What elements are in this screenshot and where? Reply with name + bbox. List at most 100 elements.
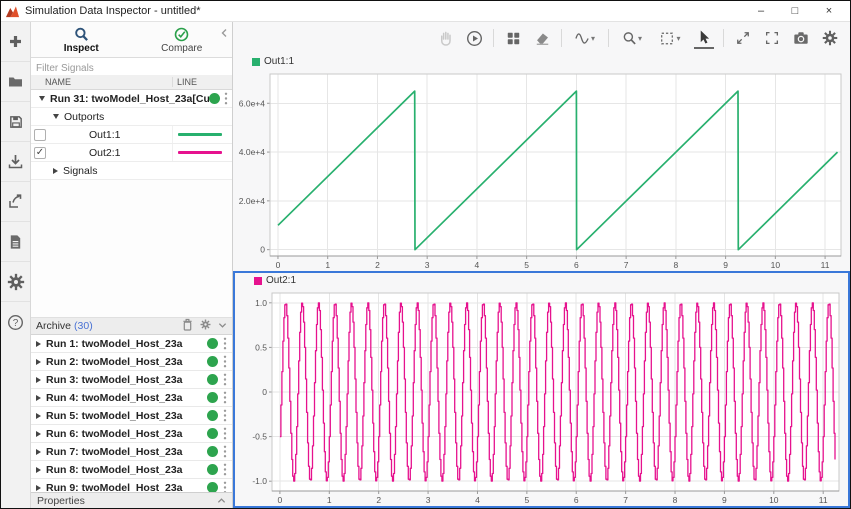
tab-compare-label: Compare xyxy=(161,43,202,54)
archive-header[interactable]: Archive (30) xyxy=(31,318,232,335)
gear-icon xyxy=(200,319,211,330)
properties-bar[interactable]: Properties xyxy=(31,492,232,508)
minimize-button[interactable]: – xyxy=(744,1,778,21)
out2-line-swatch[interactable] xyxy=(178,151,222,154)
export-arrow-icon xyxy=(7,193,24,210)
column-name: NAME xyxy=(31,77,172,87)
signals-panel: Inspect Compare NAME LINE xyxy=(31,22,233,508)
archive-run-row[interactable]: Run 9: twoModel_Host_23a xyxy=(31,479,232,492)
close-button[interactable]: × xyxy=(812,1,846,21)
replay-button[interactable] xyxy=(464,27,484,49)
collapsed-triangle-icon[interactable] xyxy=(36,359,41,365)
run-31-row[interactable]: Run 31: twoModel_Host_23a[Current] xyxy=(31,90,232,108)
run-status-dot xyxy=(207,446,218,457)
out1-legend: Out1:1 xyxy=(233,54,850,69)
create-report-button[interactable] xyxy=(1,222,30,262)
run-options-kebab[interactable] xyxy=(220,92,232,105)
out2-checkbox[interactable]: ✓ xyxy=(34,147,46,159)
export-button[interactable] xyxy=(1,182,30,222)
out1-label: Out1:1 xyxy=(51,129,121,141)
help-icon: ? xyxy=(7,314,24,331)
svg-text:10: 10 xyxy=(771,260,781,270)
gear-icon xyxy=(7,273,25,291)
out2-chart-area[interactable]: 01234567891011-1.0-0.500.51.0 xyxy=(235,288,848,506)
subplot-out1[interactable]: Out1:1 0123456789101102.0e+44.0e+46.0e+4 xyxy=(233,54,850,271)
column-line: LINE xyxy=(172,77,232,87)
archive-run-list: Run 1: twoModel_Host_23a Run 2: twoModel… xyxy=(31,335,232,492)
help-button[interactable]: ? xyxy=(1,302,30,342)
save-button[interactable] xyxy=(1,102,30,142)
archive-collapse-button[interactable] xyxy=(218,320,227,332)
out2-legend-label: Out2:1 xyxy=(266,275,296,286)
archive-settings-button[interactable] xyxy=(200,319,211,333)
run-options-kebab[interactable] xyxy=(223,373,227,386)
out1-chart-area[interactable]: 0123456789101102.0e+44.0e+46.0e+4 xyxy=(233,69,850,271)
collapse-panel-button[interactable] xyxy=(220,25,229,43)
collapsed-triangle-icon[interactable] xyxy=(36,413,41,419)
collapsed-triangle-icon[interactable] xyxy=(36,341,41,347)
collapsed-triangle-icon[interactable] xyxy=(36,449,41,455)
collapsed-triangle-icon[interactable] xyxy=(53,168,58,174)
collapsed-triangle-icon[interactable] xyxy=(36,467,41,473)
maximize-button[interactable]: □ xyxy=(778,1,812,21)
collapsed-triangle-icon[interactable] xyxy=(36,485,41,491)
archive-run-row[interactable]: Run 6: twoModel_Host_23a xyxy=(31,425,232,443)
archive-run-row[interactable]: Run 8: twoModel_Host_23a xyxy=(31,461,232,479)
zoom-button[interactable]: ▾ xyxy=(618,27,646,49)
archive-run-row[interactable]: Run 3: twoModel_Host_23a xyxy=(31,371,232,389)
run-options-kebab[interactable] xyxy=(223,337,227,350)
archive-run-row[interactable]: Run 1: twoModel_Host_23a xyxy=(31,335,232,353)
properties-label: Properties xyxy=(37,495,85,507)
add-button[interactable] xyxy=(1,22,30,62)
tab-inspect[interactable]: Inspect xyxy=(31,22,132,57)
archive-run-row[interactable]: Run 7: twoModel_Host_23a xyxy=(31,443,232,461)
expand-triangle-icon[interactable] xyxy=(39,96,45,101)
kebab-menu-icon xyxy=(224,92,228,105)
run-options-kebab[interactable] xyxy=(223,481,227,492)
signal-row-out2[interactable]: ✓ Out2:1 xyxy=(31,144,232,162)
clear-subplots-button[interactable] xyxy=(532,27,552,49)
visualization-settings-button[interactable] xyxy=(820,27,840,49)
run-options-kebab[interactable] xyxy=(223,445,227,458)
svg-text:-1.0: -1.0 xyxy=(252,476,267,486)
camera-icon xyxy=(793,31,809,45)
subplot-out2[interactable]: Out2:1 01234567891011-1.0-0.500.51.0 xyxy=(233,271,850,508)
run-options-kebab[interactable] xyxy=(223,427,227,440)
run-options-kebab[interactable] xyxy=(223,409,227,422)
play-circle-icon xyxy=(466,30,483,47)
open-button[interactable] xyxy=(1,62,30,102)
collapsed-triangle-icon[interactable] xyxy=(36,395,41,401)
snapshot-button[interactable] xyxy=(791,27,811,49)
signals-group-row[interactable]: Signals xyxy=(31,162,232,180)
expand-plot-button[interactable] xyxy=(733,27,753,49)
expand-triangle-icon[interactable] xyxy=(53,114,59,119)
collapsed-triangle-icon[interactable] xyxy=(36,377,41,383)
run-status-dot xyxy=(207,428,218,439)
svg-text:0: 0 xyxy=(276,260,281,270)
layout-button[interactable] xyxy=(503,27,523,49)
out1-checkbox[interactable] xyxy=(34,129,46,141)
run-options-kebab[interactable] xyxy=(223,463,227,476)
trash-icon xyxy=(182,318,193,331)
preferences-button[interactable] xyxy=(1,262,30,302)
signal-options-button[interactable]: ▾ xyxy=(571,27,599,49)
tab-compare[interactable]: Compare xyxy=(132,22,233,57)
fit-view-icon xyxy=(659,31,675,46)
pointer-tool-button[interactable] xyxy=(694,27,714,49)
archive-run-row[interactable]: Run 2: twoModel_Host_23a xyxy=(31,353,232,371)
out1-line-swatch[interactable] xyxy=(178,133,222,136)
collapsed-triangle-icon[interactable] xyxy=(36,431,41,437)
run-options-kebab[interactable] xyxy=(223,391,227,404)
import-button[interactable] xyxy=(1,142,30,182)
app-window: Simulation Data Inspector - untitled* – … xyxy=(0,0,851,509)
run-options-kebab[interactable] xyxy=(223,355,227,368)
outports-group-row[interactable]: Outports xyxy=(31,108,232,126)
signal-row-out1[interactable]: Out1:1 xyxy=(31,126,232,144)
archive-run-row[interactable]: Run 5: twoModel_Host_23a xyxy=(31,407,232,425)
archive-run-row[interactable]: Run 4: twoModel_Host_23a xyxy=(31,389,232,407)
fullscreen-button[interactable] xyxy=(762,27,782,49)
expand-arrows-icon xyxy=(736,31,750,45)
archive-delete-button[interactable] xyxy=(182,318,193,334)
fit-to-view-button[interactable]: ▾ xyxy=(655,27,685,49)
run-status-dot xyxy=(207,338,218,349)
